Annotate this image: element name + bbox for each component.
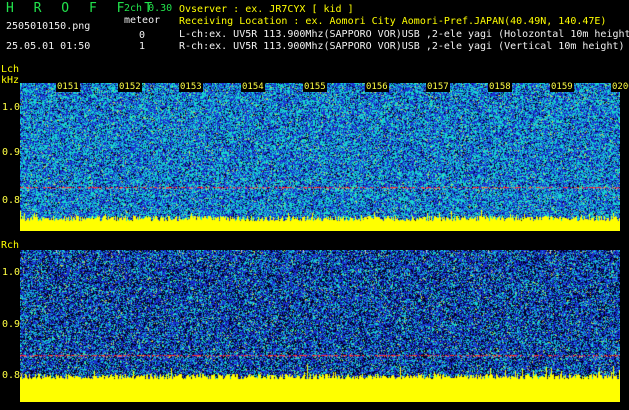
time-tick-label: 0200 [611,82,629,92]
rch-ytick-3: 0.8 [2,370,21,381]
meteor-count-lch: 0 [139,30,146,41]
lch-spectrogram [20,83,620,231]
time-tick-label: 0155 [303,82,327,92]
rch-label: Rch [1,240,20,251]
lch-ytick-1: 1.0 [2,102,21,113]
meteor-label: meteor [124,15,161,26]
time-tick-label: 0153 [179,82,203,92]
time-tick-label: 0159 [550,82,574,92]
lch-label: Lch [1,64,20,75]
datetime: 25.05.01 01:50 [6,41,91,52]
lch-ytick-2: 0.9 [2,147,21,158]
time-tick-label: 0158 [488,82,512,92]
time-tick-label: 0157 [426,82,450,92]
mode-label: 2ch 0.30 [124,3,173,14]
location-line: Receiving Location : ex. Aomori City Aom… [179,16,607,27]
rch-receiver-line: R-ch:ex. UV5R 113.900Mhz(SAPPORO VOR)USB… [179,41,625,52]
time-tick-label: 0154 [241,82,265,92]
time-tick-label: 0151 [56,82,80,92]
time-tick-label: 0152 [118,82,142,92]
observer-line: Ovserver : ex. JR7CYX [ kid ] [179,4,354,15]
rch-ytick-2: 0.9 [2,319,21,330]
meteor-count-rch: 1 [139,41,146,52]
lch-ytick-3: 0.8 [2,195,21,206]
rch-ytick-1: 1.0 [2,267,21,278]
time-tick-label: 0156 [365,82,389,92]
lch-unit: kHz [1,75,20,86]
filename: 2505010150.png [6,21,91,32]
lch-receiver-line: L-ch:ex. UV5R 113.900Mhz(SAPPORO VOR)USB… [179,29,629,40]
rch-spectrogram [20,250,620,402]
